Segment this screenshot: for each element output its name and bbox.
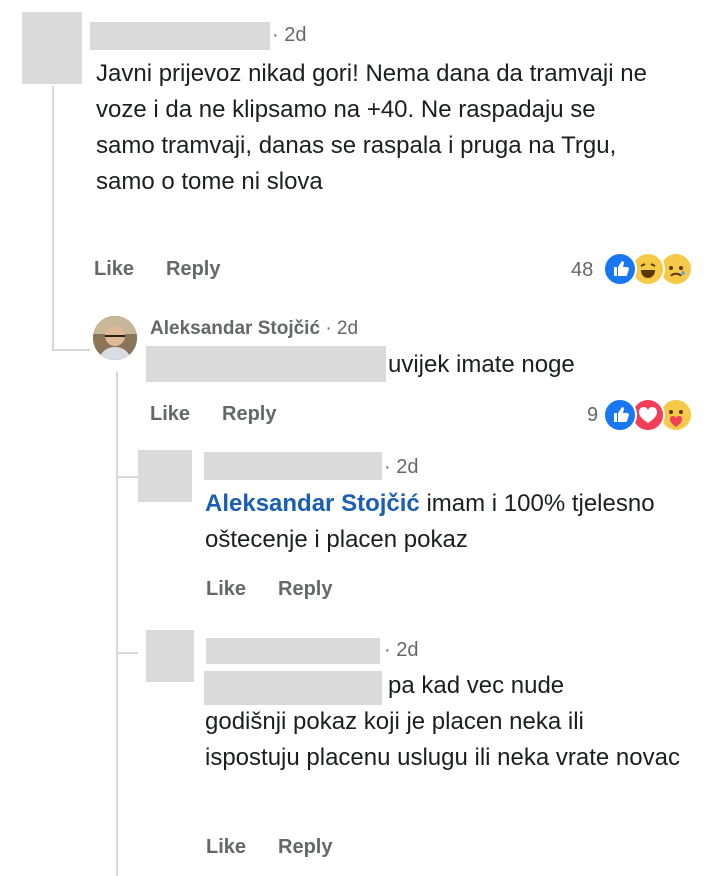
mention-redacted[interactable]	[146, 346, 386, 382]
reaction-summary[interactable]	[603, 252, 695, 286]
comment-time: · 2d	[272, 24, 307, 46]
mention-link[interactable]: Aleksandar Stojčić	[205, 490, 420, 517]
author-name-redacted[interactable]	[206, 638, 380, 664]
mention-redacted[interactable]	[204, 671, 382, 705]
comment-time: · 2d	[384, 456, 419, 478]
reply-button[interactable]: Reply	[278, 836, 332, 859]
avatar[interactable]	[146, 630, 194, 682]
like-icon	[603, 398, 637, 432]
thread-line	[52, 86, 54, 351]
like-button[interactable]: Like	[206, 836, 246, 859]
reaction-summary[interactable]	[603, 398, 695, 432]
comment-text: uvijek imate noge	[388, 351, 575, 378]
avatar[interactable]	[93, 316, 137, 360]
like-button[interactable]: Like	[150, 403, 190, 426]
avatar[interactable]	[138, 450, 192, 502]
reaction-count[interactable]: 48	[571, 259, 593, 282]
comment-time: · 2d	[384, 639, 419, 661]
like-icon	[603, 252, 637, 286]
comment-text: Aleksandar Stojčić imam i 100% tjelesno …	[205, 486, 685, 558]
thread-line	[116, 372, 118, 876]
reply-button[interactable]: Reply	[278, 578, 332, 601]
like-button[interactable]: Like	[206, 578, 246, 601]
thread-line	[52, 349, 90, 351]
like-button[interactable]: Like	[94, 258, 134, 281]
comment-author[interactable]: Aleksandar Stojčić · 2d	[150, 318, 358, 340]
author-name-redacted[interactable]	[204, 452, 382, 480]
comment-text-first: pa kad vec nude	[388, 672, 565, 699]
thread-line	[116, 476, 138, 478]
avatar[interactable]	[22, 12, 82, 84]
author-name-redacted[interactable]	[90, 22, 270, 50]
comment-text: Javni prijevoz nikad gori! Nema dana da …	[96, 60, 647, 195]
reply-button[interactable]: Reply	[166, 258, 220, 281]
comment-text: godišnji pokaz koji je placen neka ili i…	[205, 708, 680, 771]
reply-button[interactable]: Reply	[222, 403, 276, 426]
thread-line	[116, 652, 138, 654]
reaction-count[interactable]: 9	[587, 404, 598, 427]
